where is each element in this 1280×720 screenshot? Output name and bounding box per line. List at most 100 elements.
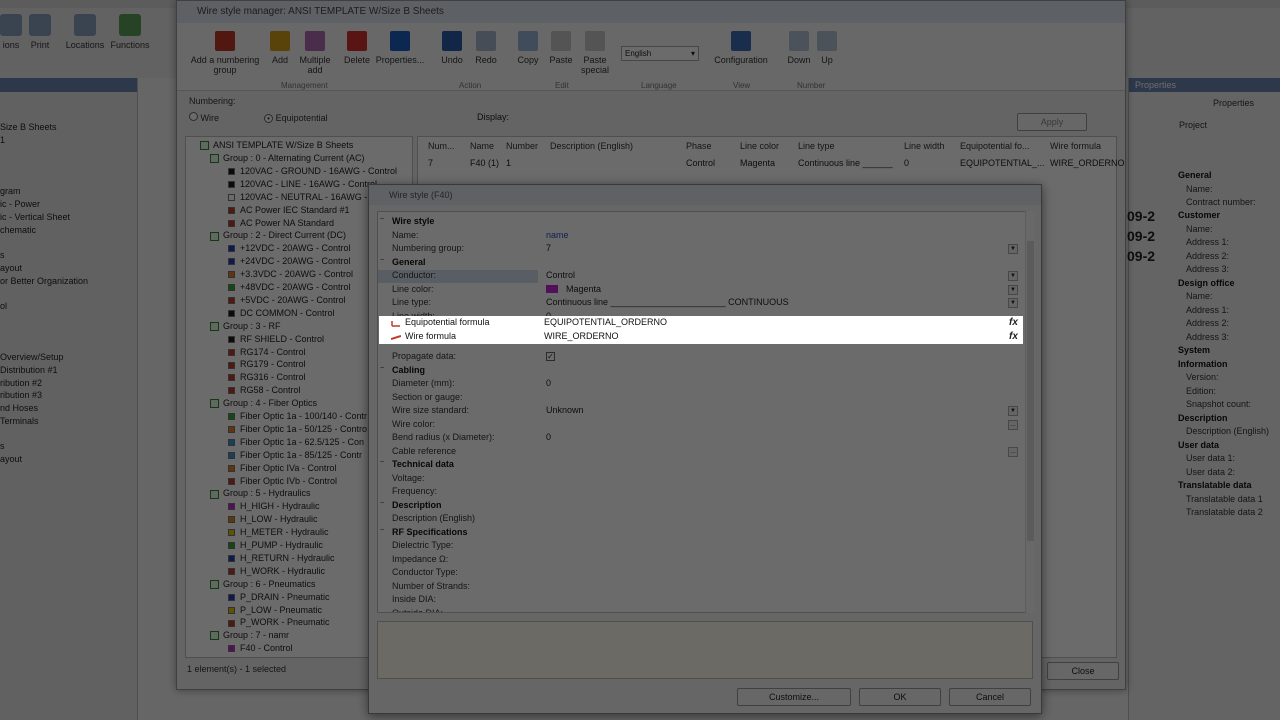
tree-group[interactable]: Group : 2 - Direct Current (DC) <box>210 230 346 241</box>
chevron-down-icon[interactable]: ▼ <box>1008 284 1018 295</box>
tree-group[interactable]: Group : 0 - Alternating Current (AC) <box>210 153 365 164</box>
tree-item[interactable]: RG58 - Control <box>228 385 301 395</box>
project-tree-item[interactable]: ic - Power <box>0 199 40 209</box>
tree-item[interactable]: 120VAC - GROUND - 16AWG - Control <box>228 166 397 176</box>
grid-cell[interactable]: Continuous line ______ <box>798 158 893 168</box>
property-row[interactable]: Impedance Ω: <box>378 554 1018 567</box>
property-row[interactable]: Frequency: <box>378 486 1018 499</box>
ribbon-add-button[interactable]: Add <box>269 31 291 65</box>
tree-item[interactable]: 120VAC - NEUTRAL - 16AWG - C <box>228 192 376 202</box>
ribbon-functions-button[interactable]: Functions <box>108 14 152 50</box>
property-category[interactable]: − Technical data <box>378 459 1018 472</box>
collapse-icon[interactable]: − <box>380 459 384 466</box>
property-category[interactable]: Description <box>1178 413 1228 423</box>
property-row[interactable]: Section or gauge: <box>378 392 1018 405</box>
property-category[interactable]: User data <box>1178 440 1219 450</box>
project-tree-item[interactable]: Distribution #1 <box>0 365 58 375</box>
collapse-icon[interactable]: − <box>380 216 384 223</box>
close-button[interactable]: Close <box>1047 662 1119 680</box>
project-tree-item[interactable]: ol <box>0 301 7 311</box>
tree-root[interactable]: ANSI TEMPLATE W/Size B Sheets <box>200 140 353 151</box>
ribbon-down-button[interactable]: Down <box>785 31 813 65</box>
project-tree-item[interactable]: or Better Organization <box>0 276 88 286</box>
chevron-down-icon[interactable]: ▼ <box>1008 271 1018 281</box>
property-category[interactable]: Translatable data <box>1178 480 1252 490</box>
property-row[interactable]: Number of Strands: <box>378 581 1018 594</box>
grid-column-header[interactable]: Line width <box>904 141 945 151</box>
property-row[interactable]: Conductor Type: <box>378 567 1018 580</box>
scrollbar-thumb[interactable] <box>1027 241 1034 541</box>
tree-item[interactable]: H_LOW - Hydraulic <box>228 514 318 524</box>
grid-column-header[interactable]: Number <box>506 141 538 151</box>
property-row[interactable]: Line color: Magenta ▼ <box>378 284 1018 297</box>
property-row[interactable]: Voltage: <box>378 473 1018 486</box>
grid-cell[interactable]: WIRE_ORDERNO <box>1050 158 1125 168</box>
formula-icon[interactable]: fx <box>1009 317 1018 328</box>
tree-item[interactable]: +12VDC - 20AWG - Control <box>228 243 350 253</box>
tree-item[interactable]: RG179 - Control <box>228 359 306 369</box>
tree-item[interactable]: RG174 - Control <box>228 347 306 357</box>
project-tree-item[interactable]: ayout <box>0 454 22 464</box>
property-category[interactable]: General <box>1178 170 1212 180</box>
tree-item[interactable]: +3.3VDC - 20AWG - Control <box>228 269 353 279</box>
grid-column-header[interactable]: Equipotential fo... <box>960 141 1030 151</box>
ribbon-multiple-add-button[interactable]: Multiple add <box>295 31 335 75</box>
property-category[interactable]: Customer <box>1178 210 1220 220</box>
project-tree-item[interactable]: Terminals <box>0 416 39 426</box>
ribbon-redo-button[interactable]: Redo <box>473 31 499 65</box>
property-category[interactable]: System <box>1178 345 1210 355</box>
grid-cell[interactable]: Magenta <box>740 158 775 168</box>
property-row[interactable]: Diameter (mm): 0 <box>378 378 1018 391</box>
tree-item[interactable]: F40 - Control <box>228 643 293 653</box>
ribbon-up-button[interactable]: Up <box>817 31 837 65</box>
tree-item[interactable]: Fiber Optic 1a - 100/140 - Contr <box>228 411 367 421</box>
tree-item[interactable]: Fiber Optic 1a - 50/125 - Contro <box>228 424 367 434</box>
customize-button[interactable]: Customize... <box>737 688 851 706</box>
grid-cell[interactable]: EQUIPOTENTIAL_... <box>960 158 1045 168</box>
project-tree-item[interactable]: nd Hoses <box>0 403 38 413</box>
tree-item[interactable]: P_DRAIN - Pneumatic <box>228 592 330 602</box>
collapse-icon[interactable]: − <box>380 500 384 507</box>
tree-item[interactable]: H_PUMP - Hydraulic <box>228 540 323 550</box>
ellipsis-icon[interactable]: … <box>1008 446 1018 457</box>
chevron-down-icon[interactable]: ▼ <box>1008 298 1018 308</box>
formula-icon[interactable]: fx <box>1009 331 1018 342</box>
ribbon-options-button[interactable]: ions <box>0 14 22 50</box>
checkbox-icon[interactable] <box>210 579 219 589</box>
tree-item[interactable]: Fiber Optic IVb - Control <box>228 476 337 486</box>
tree-group[interactable]: Group : 7 - namr <box>210 630 289 641</box>
propagate-checkbox[interactable]: ✓ <box>546 352 555 361</box>
properties-tab-project[interactable]: Project <box>1179 120 1207 130</box>
tree-item[interactable]: AC Power IEC Standard #1 <box>228 205 350 215</box>
grid-cell[interactable]: 0 <box>904 158 909 168</box>
project-tree-item[interactable]: 1 <box>0 135 5 145</box>
property-category[interactable]: − General <box>378 257 1018 270</box>
grid-cell[interactable]: 1 <box>506 158 511 168</box>
property-row[interactable]: Name: name <box>378 230 1018 243</box>
project-tree-item[interactable]: gram <box>0 186 21 196</box>
tree-item[interactable]: RG316 - Control <box>228 372 306 382</box>
wire-formula-row[interactable]: Wire formula WIRE_ORDERNO fx <box>379 331 1023 344</box>
grid-column-header[interactable]: Num... <box>428 141 455 151</box>
grid-column-header[interactable]: Line color <box>740 141 779 151</box>
tree-item[interactable]: H_METER - Hydraulic <box>228 527 329 537</box>
tree-group[interactable]: Group : 6 - Pneumatics <box>210 579 316 589</box>
tree-item[interactable]: +48VDC - 20AWG - Control <box>228 282 350 292</box>
tree-item[interactable]: Fiber Optic 1a - 62.5/125 - Con <box>228 437 364 447</box>
tree-group[interactable]: Group : 3 - RF <box>210 321 281 331</box>
ellipsis-icon[interactable]: … <box>1008 419 1018 430</box>
chevron-down-icon[interactable]: ▼ <box>1008 406 1018 416</box>
property-row[interactable]: Line type: Continuous line ______________… <box>378 297 1018 310</box>
project-tree-item[interactable]: s <box>0 441 5 451</box>
property-category[interactable]: Information <box>1178 359 1228 369</box>
collapse-icon[interactable]: − <box>380 257 384 264</box>
project-tree-item[interactable]: ic - Vertical Sheet <box>0 212 70 222</box>
property-row[interactable]: Dielectric Type: <box>378 540 1018 553</box>
ribbon-add-a-numbering-group-button[interactable]: Add a numbering group <box>185 31 265 75</box>
ribbon-print-button[interactable]: Print <box>28 14 52 50</box>
tree-group[interactable]: Group : 5 - Hydraulics <box>210 488 311 499</box>
project-tree-item[interactable]: Overview/Setup <box>0 352 64 362</box>
tree-item[interactable]: H_WORK - Hydraulic <box>228 566 325 576</box>
tree-group[interactable]: Group : 4 - Fiber Optics <box>210 398 317 409</box>
property-row[interactable]: Description (English) <box>378 513 1018 526</box>
